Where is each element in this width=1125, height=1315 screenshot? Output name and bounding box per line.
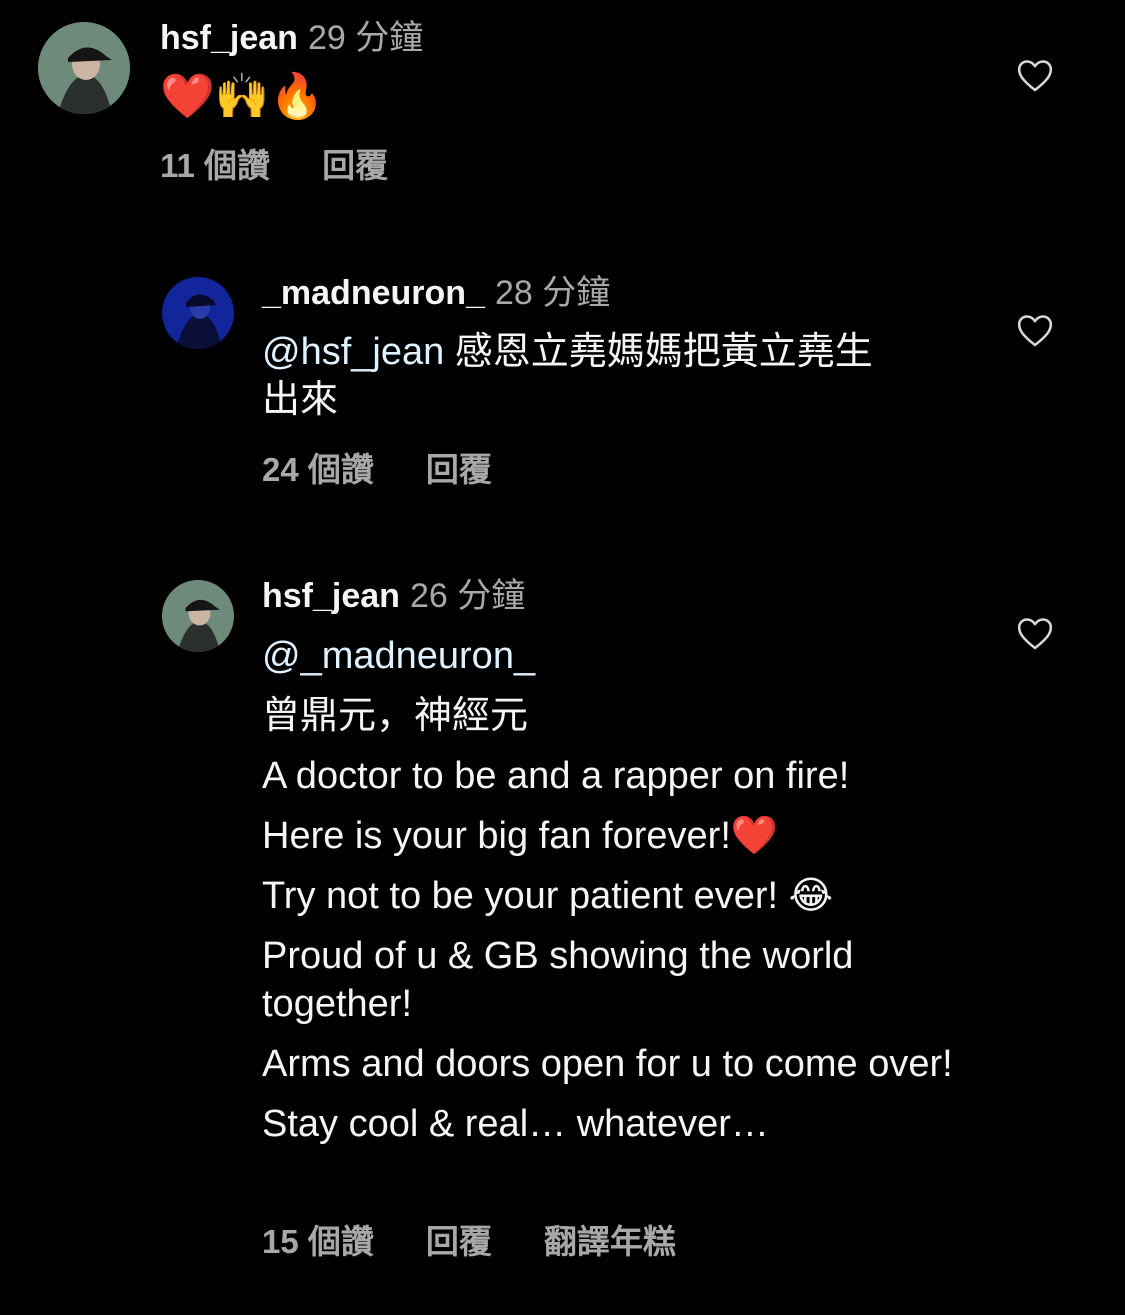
comment-header: _madneuron_ 28 分鐘	[262, 273, 610, 313]
text-line: 感恩立堯媽媽把黃立堯生	[444, 331, 873, 373]
comment-text: @hsf_jean 感恩立堯媽媽把黃立堯生 出來	[262, 328, 962, 436]
timestamp: 28 分鐘	[494, 274, 611, 312]
avatar[interactable]	[162, 277, 234, 349]
username[interactable]: hsf_jean	[160, 19, 298, 57]
text-line: Proud of u & GB showing the world togeth…	[262, 935, 854, 1025]
text-line: Stay cool & real… whatever…	[262, 1103, 769, 1145]
likes-count[interactable]: 15 個讚	[262, 1223, 374, 1260]
text-line: Try not to be your patient ever! 😂	[262, 875, 834, 917]
avatar[interactable]	[38, 22, 130, 114]
comment-text: @_madneuron_ 曾鼎元，神經元 A doctor to be and …	[262, 632, 962, 1160]
translate-button[interactable]: 翻譯年糕	[544, 1223, 676, 1260]
text-line: Here is your big fan forever!❤️	[262, 815, 779, 857]
mention-link[interactable]: @hsf_jean	[262, 331, 444, 373]
heart-outline-icon[interactable]	[1016, 57, 1054, 93]
comment-actions: 11 個讚 回覆	[160, 146, 440, 186]
avatar[interactable]	[162, 580, 234, 652]
likes-count[interactable]: 11 個讚	[160, 147, 270, 184]
comment-actions: 15 個讚 回覆 翻譯年糕	[262, 1222, 728, 1262]
comment-header: hsf_jean 26 分鐘	[262, 576, 525, 616]
heart-outline-icon[interactable]	[1016, 615, 1054, 651]
text-line: 曾鼎元，神經元	[262, 695, 529, 737]
reply-button[interactable]: 回覆	[426, 451, 492, 488]
likes-count[interactable]: 24 個讚	[262, 451, 374, 488]
comment-actions: 24 個讚 回覆	[262, 450, 544, 490]
timestamp: 26 分鐘	[409, 577, 526, 615]
heart-outline-icon[interactable]	[1016, 312, 1054, 348]
text-line: Arms and doors open for u to come over!	[262, 1043, 953, 1085]
reply-button[interactable]: 回覆	[426, 1223, 492, 1260]
reply-button[interactable]: 回覆	[322, 147, 388, 184]
comment-header: hsf_jean 29 分鐘	[160, 18, 423, 58]
username[interactable]: _madneuron_	[262, 274, 485, 312]
username[interactable]: hsf_jean	[262, 577, 400, 615]
text-line: A doctor to be and a rapper on fire!	[262, 755, 850, 797]
text-line: 出來	[262, 379, 339, 421]
comment-text: ❤️🙌🔥	[160, 71, 325, 122]
mention-link[interactable]: @_madneuron_	[262, 632, 962, 680]
timestamp: 29 分鐘	[307, 19, 424, 57]
